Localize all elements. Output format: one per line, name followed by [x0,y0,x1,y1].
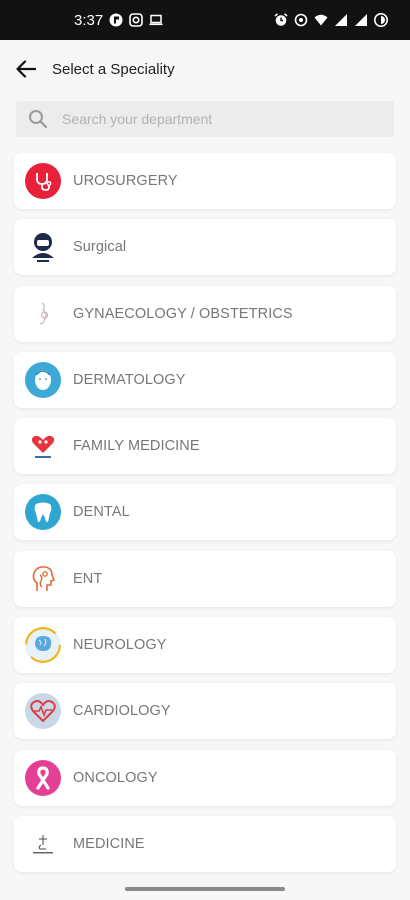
speciality-item-surgical[interactable]: Surgical [14,219,396,276]
ribbon-icon [25,759,61,796]
speciality-label: MEDICINE [73,835,145,852]
speciality-list: UROSURGERY Surgical GYNAECOLOGY / OBSTET… [14,153,396,882]
speciality-item-neurology[interactable]: NEUROLOGY [14,617,396,674]
signal-icon [335,14,347,26]
speciality-item-dermatology[interactable]: DERMATOLOGY [14,351,396,408]
face-icon [25,361,61,398]
tooth-icon [25,494,61,531]
speciality-label: ONCOLOGY [73,769,158,786]
back-button[interactable] [14,57,38,81]
speciality-label: UROSURGERY [73,173,178,189]
stethoscope-icon [25,163,61,199]
speciality-label: ENT [73,570,103,587]
instagram-icon [129,13,144,27]
surgeon-icon [25,229,61,266]
app-header: Select a Speciality [0,40,410,98]
speciality-label: DERMATOLOGY [73,371,186,388]
speciality-item-urosurgery[interactable]: UROSURGERY [14,153,396,209]
alarm-icon [274,13,288,26]
status-time: 3:37 [74,11,104,29]
app-notification-icon [109,13,123,27]
speciality-label: FAMILY MEDICINE [73,438,200,455]
speciality-item-ent[interactable]: ENT [14,550,396,607]
data-saver-icon [294,13,308,27]
heartbeat-icon [25,693,61,730]
wifi-icon [314,14,328,26]
speciality-item-cardiology[interactable]: CARDIOLOGY [14,683,396,740]
arrow-left-icon [16,60,36,78]
search-input[interactable] [60,110,364,128]
signal-icon-2 [355,14,367,26]
medicine-icon [25,825,61,862]
speciality-label: Surgical [73,239,127,256]
home-indicator[interactable] [125,887,285,891]
search-icon [29,110,48,129]
battery-icon [374,13,388,27]
page-title: Select a Speciality [52,60,175,78]
speciality-label: DENTAL [73,504,130,521]
pregnancy-icon [25,295,61,332]
speciality-item-family-medicine[interactable]: FAMILY MEDICINE [14,418,396,475]
brain-icon [25,627,61,664]
speciality-item-oncology[interactable]: ONCOLOGY [14,749,396,806]
speciality-item-gynaecology-obstetrics[interactable]: GYNAECOLOGY / OBSTETRICS [14,285,396,342]
speciality-label: NEUROLOGY [73,637,167,654]
ent-head-icon [25,560,61,597]
search-bar[interactable] [16,101,394,137]
speciality-item-dental[interactable]: DENTAL [14,484,396,541]
status-bar: 3:37 [0,0,410,40]
family-heart-icon [25,428,61,465]
speciality-item-medicine[interactable]: MEDICINE [14,815,396,872]
speciality-label: CARDIOLOGY [73,703,171,720]
laptop-icon [149,14,163,26]
speciality-label: GYNAECOLOGY / OBSTETRICS [73,305,293,322]
